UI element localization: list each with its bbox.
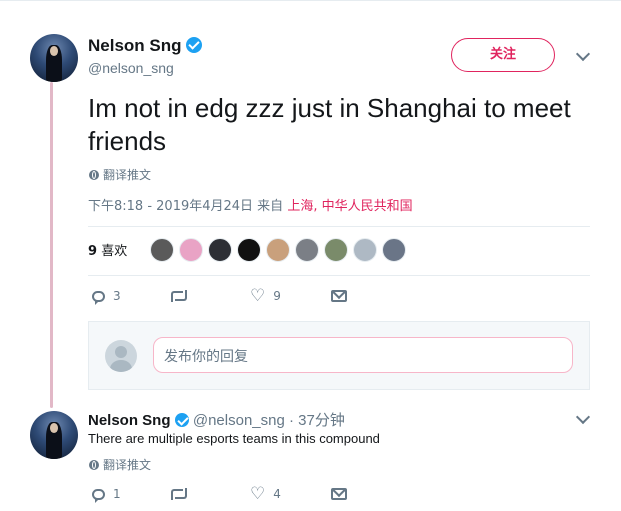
direct-message-action[interactable] [331,488,347,500]
reply-composer: 发布你的回复 [88,321,590,390]
translate-label: 翻译推文 [103,458,152,472]
thread-connector-line [50,82,53,408]
likes-summary[interactable]: 9 喜欢 [88,240,127,259]
reply-separator: · [289,412,294,429]
divider [88,226,590,227]
top-border [0,0,621,1]
envelope-icon [331,290,347,302]
heart-icon: ♡ [250,286,266,306]
retweet-action[interactable] [171,289,195,302]
retweet-action[interactable] [171,487,187,500]
timestamp-text: 下午8:18 - 2019年4月24日 来自 [88,199,284,214]
location-link[interactable]: 上海, 中华人民共和国 [287,199,412,214]
reply-translate-link[interactable]: 翻译推文 [89,456,151,473]
liker-avatar[interactable] [295,238,319,262]
retweet-icon [171,289,187,302]
reply-action[interactable]: 1 [92,487,121,503]
tweet-timestamp: 下午8:18 - 2019年4月24日 来自 上海, 中华人民共和国 [88,195,413,214]
like-count: 4 [273,487,281,501]
reply-action[interactable]: 3 [92,289,121,305]
tweet-text: Im not in edg zzz just in Shanghai to me… [88,93,571,156]
envelope-icon [331,488,347,500]
chevron-down-icon[interactable] [575,46,591,62]
reply-count: 3 [113,289,121,303]
reply-text: There are multiple esports teams in this… [88,431,380,446]
retweet-icon [171,487,187,500]
reply-author-name[interactable]: Nelson Sng [88,412,171,429]
reply-time[interactable]: 37分钟 [298,412,345,429]
likes-count: 9 [88,244,98,259]
globe-icon [89,459,99,470]
liker-avatar[interactable] [353,238,377,262]
translate-label: 翻译推文 [103,168,152,182]
translate-tweet-link[interactable]: 翻译推文 [89,166,151,183]
globe-icon [89,169,99,180]
reply-author-avatar[interactable] [30,411,78,459]
reply-input[interactable]: 发布你的回复 [153,337,573,373]
liker-avatar[interactable] [324,238,348,262]
author-handle[interactable]: @nelson_sng [88,60,174,76]
liker-avatar[interactable] [237,238,261,262]
verified-badge-icon [186,37,203,53]
direct-message-action[interactable] [331,290,347,302]
default-user-avatar [105,340,137,372]
divider [88,275,590,276]
author-name-text: Nelson Sng [88,36,182,55]
liker-avatar[interactable] [179,238,203,262]
chevron-down-icon[interactable] [575,409,591,425]
reply-icon [92,290,105,305]
liker-avatar[interactable] [150,238,174,262]
like-count: 9 [273,289,281,303]
like-action[interactable]: ♡ 4 [250,484,281,504]
liker-avatar[interactable] [382,238,406,262]
liker-avatar[interactable] [266,238,290,262]
author-name[interactable]: Nelson Sng [88,36,203,56]
reply-header: Nelson Sng @nelson_sng · 37分钟 [88,409,345,430]
likes-label: 喜欢 [101,244,128,259]
liker-avatar[interactable] [208,238,232,262]
like-action[interactable]: ♡ 9 [250,286,281,306]
author-avatar[interactable] [30,34,78,82]
reply-handle[interactable]: @nelson_sng [193,412,285,429]
verified-badge-icon [174,413,189,427]
follow-button[interactable]: 关注 [451,38,555,72]
reply-icon [92,488,105,503]
reply-count: 1 [113,487,121,501]
heart-icon: ♡ [250,484,266,504]
